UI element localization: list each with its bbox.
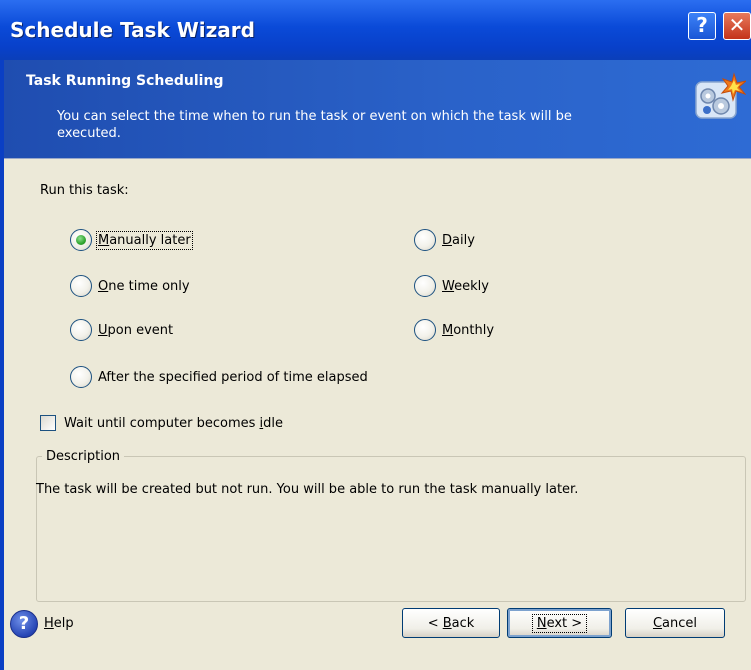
wizard-client-area: Task Running Scheduling You can select t… <box>4 60 751 670</box>
one-time-only-radio[interactable]: One time only <box>70 274 190 298</box>
page-description: You can select the time when to run the … <box>57 109 572 141</box>
radio-indicator <box>70 366 92 388</box>
description-text: The task will be created but not run. Yo… <box>36 482 579 497</box>
upon-event-radio[interactable]: Upon event <box>70 318 173 342</box>
help-link[interactable]: Help <box>44 616 74 631</box>
next-button[interactable]: Next > <box>507 608 612 638</box>
cancel-button[interactable]: Cancel <box>625 608 725 638</box>
checkbox-box <box>40 415 56 431</box>
daily-label: Daily <box>442 232 475 248</box>
radio-indicator-selected <box>70 229 92 251</box>
wizard-window: Schedule Task Wizard ? ✕ Task Running Sc… <box>0 0 751 670</box>
after-period-radio[interactable]: After the specified period of time elaps… <box>70 365 368 389</box>
upon-event-label: Upon event <box>98 322 174 338</box>
daily-radio[interactable]: Daily <box>414 228 475 252</box>
close-button[interactable]: ✕ <box>723 12 751 40</box>
title-bar: Schedule Task Wizard ? ✕ <box>0 0 751 60</box>
page-title: Task Running Scheduling <box>26 73 224 89</box>
weekly-label: Weekly <box>442 278 489 294</box>
wait-idle-checkbox[interactable]: Wait until computer becomes idle <box>40 415 283 431</box>
radio-indicator <box>414 319 436 341</box>
weekly-radio[interactable]: Weekly <box>414 274 489 298</box>
help-title-button[interactable]: ? <box>688 12 716 40</box>
monthly-label: Monthly <box>442 322 495 338</box>
schedule-gear-icon <box>695 72 746 119</box>
radio-indicator <box>70 319 92 341</box>
radio-indicator <box>414 275 436 297</box>
radio-indicator <box>70 275 92 297</box>
wizard-header: Task Running Scheduling You can select t… <box>4 60 751 159</box>
run-task-label: Run this task: <box>40 183 129 198</box>
manually-later-label: Manually later <box>96 230 193 250</box>
one-time-only-label: One time only <box>98 278 190 294</box>
radio-indicator <box>414 229 436 251</box>
window-title: Schedule Task Wizard <box>10 18 255 42</box>
description-title: Description <box>42 449 125 464</box>
monthly-radio[interactable]: Monthly <box>414 318 494 342</box>
manually-later-radio[interactable]: Manually later <box>70 228 193 252</box>
back-button[interactable]: < Back <box>402 608 500 638</box>
description-group <box>36 456 746 602</box>
help-icon[interactable]: ? <box>10 610 38 638</box>
after-period-label: After the specified period of time elaps… <box>98 369 368 385</box>
wait-idle-label: Wait until computer becomes idle <box>64 415 284 431</box>
